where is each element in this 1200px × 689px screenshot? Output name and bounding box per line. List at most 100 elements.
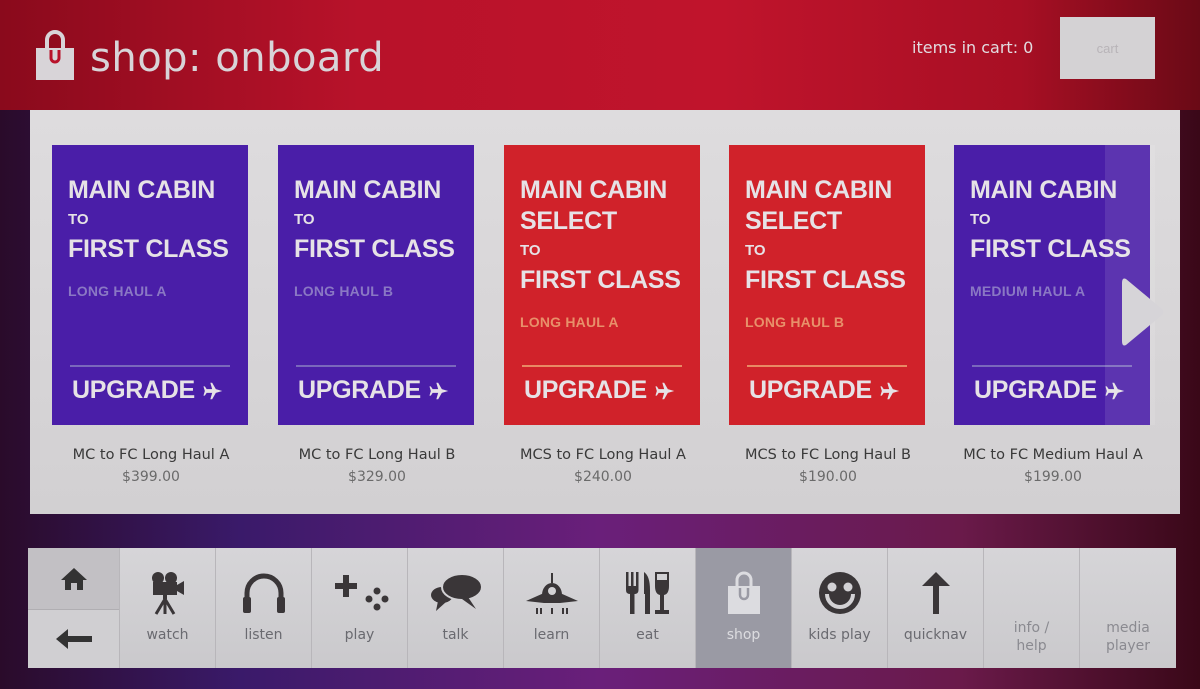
airplane-icon <box>195 380 225 402</box>
tile-destination: FIRST CLASS <box>294 235 455 263</box>
page-title-group: shop: onboard <box>34 30 384 86</box>
cart-count: items in cart: 0 <box>912 38 1034 57</box>
nav-item-media-player[interactable]: media player <box>1080 548 1176 668</box>
nav-item-label: info / help <box>1014 619 1049 655</box>
product-card[interactable]: MAIN CABIN SELECT TO FIRST CLASS LONG HAU… <box>729 145 927 485</box>
nav-item-quicknav[interactable]: quicknav <box>888 548 984 668</box>
product-tile[interactable]: MAIN CABIN SELECT TO FIRST CLASS LONG HAU… <box>729 145 925 425</box>
product-name[interactable]: MC to FC Medium Haul A <box>954 447 1152 463</box>
nav-label-line: help <box>1016 638 1047 654</box>
product-card[interactable]: MAIN CABIN TO FIRST CLASS LONG HAUL A UP… <box>52 145 250 485</box>
header-bar: shop: onboard items in cart: 0 cart <box>0 0 1200 110</box>
product-card[interactable]: MAIN CABIN SELECT TO FIRST CLASS LONG HAU… <box>504 145 702 485</box>
upgrade-label: UPGRADE <box>72 376 195 404</box>
tile-haul: LONG HAUL A <box>68 283 167 299</box>
nav-item-label: learn <box>533 627 570 643</box>
nav-item-learn[interactable]: learn <box>504 548 600 668</box>
tile-line: MAIN CABIN <box>294 176 441 204</box>
shopping-bag-icon <box>34 30 76 86</box>
product-card[interactable]: MAIN CABIN TO FIRST CLASS LONG HAUL B UP… <box>278 145 476 485</box>
upgrade-label: UPGRADE <box>749 376 872 404</box>
airplane-icon <box>872 380 902 402</box>
nav-item-label: watch <box>146 627 189 643</box>
tile-line: SELECT <box>745 207 842 235</box>
product-carousel: MAIN CABIN TO FIRST CLASS LONG HAUL A UP… <box>30 110 1180 514</box>
product-name[interactable]: MCS to FC Long Haul B <box>729 447 927 463</box>
nav-item-talk[interactable]: talk <box>408 548 504 668</box>
nav-item-eat[interactable]: eat <box>600 548 696 668</box>
upgrade-label: UPGRADE <box>524 376 647 404</box>
tile-destination: FIRST CLASS <box>745 266 906 294</box>
tile-line: MAIN CABIN <box>745 176 892 204</box>
home-icon <box>60 567 87 590</box>
product-tile[interactable]: MAIN CABIN SELECT TO FIRST CLASS LONG HAU… <box>504 145 700 425</box>
nav-item-label: shop <box>726 627 761 643</box>
tile-to: TO <box>294 211 315 228</box>
tile-haul: LONG HAUL B <box>294 283 394 299</box>
nav-label-line: player <box>1105 638 1150 654</box>
cart-button[interactable]: cart <box>1060 17 1155 79</box>
upgrade-label: UPGRADE <box>974 376 1097 404</box>
product-price: $190.00 <box>799 469 857 485</box>
back-button[interactable] <box>28 610 119 668</box>
nav-item-label: kids play <box>808 627 871 643</box>
up-arrow-icon <box>918 568 954 618</box>
product-price: $399.00 <box>122 469 180 485</box>
nav-item-shop[interactable]: shop <box>696 548 792 668</box>
tile-destination: FIRST CLASS <box>68 235 229 263</box>
product-tile[interactable]: MAIN CABIN TO FIRST CLASS LONG HAUL A UP… <box>52 145 248 425</box>
nav-item-kids-play[interactable]: kids play <box>792 548 888 668</box>
nav-label-line: media <box>1106 620 1150 636</box>
movie-camera-icon <box>148 568 188 618</box>
nav-label-line: info / <box>1013 620 1050 636</box>
product-name[interactable]: MC to FC Long Haul A <box>52 447 250 463</box>
nav-item-label: media player <box>1106 619 1150 655</box>
product-tile[interactable]: MAIN CABIN TO FIRST CLASS LONG HAUL B UP… <box>278 145 474 425</box>
nav-item-play[interactable]: play <box>312 548 408 668</box>
upgrade-button[interactable]: UPGRADE <box>974 376 1127 405</box>
home-back-group <box>28 548 120 668</box>
page-title: shop: onboard <box>90 35 385 81</box>
tile-divider <box>296 365 456 367</box>
nav-item-listen[interactable]: listen <box>216 548 312 668</box>
shopping-bag-icon <box>726 568 762 618</box>
nav-item-label: quicknav <box>903 627 968 643</box>
tile-line: MAIN CABIN <box>520 176 667 204</box>
product-name[interactable]: MC to FC Long Haul B <box>278 447 476 463</box>
tile-divider <box>70 365 230 367</box>
fork-knife-glass-icon <box>624 568 672 618</box>
gamepad-icon <box>331 568 389 618</box>
tile-to: TO <box>68 211 89 228</box>
next-arrow-icon[interactable] <box>1120 275 1166 349</box>
tile-divider <box>522 365 682 367</box>
nav-item-info-help[interactable]: info / help <box>984 548 1080 668</box>
upgrade-button[interactable]: UPGRADE <box>72 376 225 405</box>
home-button[interactable] <box>28 548 119 610</box>
tile-haul: LONG HAUL B <box>745 314 845 330</box>
tile-haul: LONG HAUL A <box>520 314 619 330</box>
nav-item-label: eat <box>636 627 659 643</box>
nav-item-label: listen <box>244 627 283 643</box>
back-arrow-icon <box>55 629 92 649</box>
tile-line: MAIN CABIN <box>68 176 215 204</box>
nav-item-label: talk <box>442 627 469 643</box>
tile-divider <box>747 365 907 367</box>
headphones-icon <box>240 568 288 618</box>
smiley-icon <box>817 568 863 618</box>
upgrade-button[interactable]: UPGRADE <box>749 376 902 405</box>
tile-destination: FIRST CLASS <box>520 266 681 294</box>
airplane-icon <box>524 568 580 618</box>
upgrade-button[interactable]: UPGRADE <box>524 376 677 405</box>
nav-item-watch[interactable]: watch <box>120 548 216 668</box>
bottom-nav: watch listen play talk learn eat shop ki… <box>28 548 1176 668</box>
product-price: $329.00 <box>348 469 406 485</box>
tile-to: TO <box>745 242 766 259</box>
product-price: $240.00 <box>574 469 632 485</box>
upgrade-button[interactable]: UPGRADE <box>298 376 451 405</box>
tile-to: TO <box>520 242 541 259</box>
product-name[interactable]: MCS to FC Long Haul A <box>504 447 702 463</box>
upgrade-label: UPGRADE <box>298 376 421 404</box>
product-price: $199.00 <box>1024 469 1082 485</box>
chat-bubbles-icon <box>428 568 484 618</box>
airplane-icon <box>421 380 451 402</box>
